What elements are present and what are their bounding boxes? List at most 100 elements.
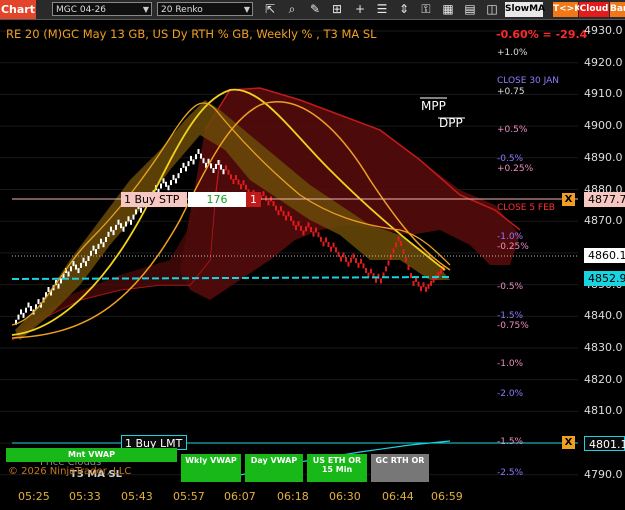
- renko-brick: [195, 154, 197, 160]
- renko-brick: [57, 283, 60, 289]
- buy-stop-price-tag: 4877.7: [584, 192, 625, 207]
- renko-brick: [245, 184, 247, 190]
- renko-brick: [240, 184, 242, 190]
- zoom-icon[interactable]: ⌕: [284, 2, 300, 17]
- instrument-value: MGC 04-26: [56, 5, 107, 15]
- mpp-label: MPP: [421, 99, 446, 113]
- lock-icon[interactable]: ⚿: [418, 2, 434, 17]
- chart-toolbar: Chart MGC 04-26 ▼ 20 Renko ▼ ⇱ ⌕ ✎ ⊞ + ☰…: [0, 0, 625, 20]
- renko-brick: [87, 256, 90, 261]
- renko-brick: [222, 169, 225, 175]
- renko-brick: [110, 226, 112, 232]
- bar-type-value: 20 Renko: [161, 5, 203, 15]
- price-tick-label: 4890.0: [584, 150, 623, 164]
- renko-brick: [360, 258, 362, 264]
- renko-brick: [115, 224, 117, 230]
- price-tick-label: 4830.0: [584, 341, 623, 354]
- renko-brick: [182, 162, 185, 168]
- renko-brick: [262, 191, 265, 197]
- calendar-icon[interactable]: ▦: [440, 2, 456, 17]
- renko-brick: [267, 200, 270, 206]
- level-close30: CLOSE 30 JAN: [497, 76, 560, 86]
- us-eth-or-button[interactable]: US ETH OR 15 Min: [307, 454, 367, 482]
- chart-icon[interactable]: ▤: [462, 2, 478, 17]
- renko-brick: [295, 225, 297, 231]
- day-vwap-button[interactable]: Day VWAP: [245, 454, 303, 482]
- renko-brick: [440, 268, 442, 274]
- renko-brick: [437, 271, 440, 277]
- copyright-label: © 2026 NinjaTrader, LLC: [8, 466, 132, 477]
- renko-brick: [197, 149, 200, 154]
- renko-brick: [202, 158, 205, 164]
- cloud-button[interactable]: Cloud: [579, 2, 609, 17]
- level-m10a: -1.0%: [497, 232, 524, 242]
- renko-brick: [390, 254, 392, 260]
- renko-brick: [332, 242, 335, 248]
- cursor-icon[interactable]: ⇱: [262, 2, 278, 17]
- renko-brick: [422, 282, 425, 288]
- level-m20: -2.0%: [497, 389, 524, 399]
- renko-brick: [230, 174, 232, 180]
- bars-icon[interactable]: ⊞: [329, 2, 345, 17]
- bar-type-selector[interactable]: 20 Renko ▼: [157, 2, 253, 16]
- renko-brick: [167, 185, 170, 191]
- renko-brick: [300, 225, 302, 231]
- renko-brick: [82, 257, 85, 263]
- cancel-buy-stop-icon[interactable]: X: [562, 193, 575, 206]
- level-m05b: -0.5%: [497, 282, 524, 292]
- price-tick-label: 4920.0: [584, 55, 623, 69]
- renko-brick: [27, 302, 30, 308]
- price-tick-label: 4840.0: [584, 309, 623, 323]
- chevron-down-icon: ▼: [243, 5, 250, 14]
- gc-rth-or-button[interactable]: GC RTH OR: [371, 454, 429, 482]
- tk-button[interactable]: T<>K: [553, 2, 581, 17]
- buy-stop-order-label[interactable]: 1 Buy STP: [121, 192, 187, 207]
- renko-brick: [85, 261, 87, 267]
- draw-icon[interactable]: ✎: [307, 2, 323, 17]
- wkly-vwap-button[interactable]: Wkly VWAP: [181, 454, 241, 482]
- add-icon[interactable]: +: [352, 2, 368, 17]
- level-m025: -0.25%: [497, 242, 529, 252]
- slowma-button[interactable]: SlowMA: [505, 2, 545, 17]
- renko-brick: [365, 268, 367, 273]
- renko-brick: [432, 277, 435, 283]
- renko-brick: [292, 220, 295, 226]
- buy-stop-quantity[interactable]: 176: [188, 192, 246, 207]
- renko-brick: [385, 266, 387, 272]
- time-tick-label: 06:44: [382, 490, 414, 503]
- properties-icon[interactable]: ☰: [374, 2, 390, 17]
- renko-brick: [170, 180, 172, 186]
- price-axis[interactable]: 4930.0 4920.0 4910.0 4900.0 4890.0 4880.0 4870…: [578, 20, 625, 482]
- renko-brick: [92, 245, 95, 251]
- renko-brick: [330, 246, 332, 252]
- renko-brick: [335, 247, 337, 253]
- renko-brick: [225, 165, 227, 171]
- buy-stop-count[interactable]: 1: [246, 192, 261, 207]
- renko-brick: [172, 174, 175, 180]
- chart-plot-area[interactable]: RE 20 (M)GC May 13 GB, US Dy RTH % GB, W…: [0, 20, 587, 489]
- time-axis[interactable]: 05:25 05:33 05:43 05:57 06:07 06:18 06:30 06:44…: [0, 482, 578, 510]
- mnt-vwap-button[interactable]: Mnt VWAP: [6, 448, 177, 462]
- data-icon[interactable]: ◫: [484, 2, 500, 17]
- renko-brick: [285, 215, 287, 221]
- renko-brick: [130, 219, 132, 225]
- bar-button[interactable]: Bar: [610, 2, 625, 17]
- price-chart-canvas: [0, 30, 578, 489]
- instrument-selector[interactable]: MGC 04-26 ▼: [52, 2, 152, 16]
- time-tick-label: 06:18: [277, 490, 309, 503]
- renko-brick: [417, 281, 420, 287]
- renko-brick: [412, 281, 415, 286]
- renko-brick: [160, 183, 162, 189]
- cancel-buy-limit-icon[interactable]: X: [562, 436, 575, 449]
- renko-brick: [90, 250, 92, 256]
- renko-brick: [305, 226, 307, 232]
- renko-brick: [95, 249, 97, 255]
- renko-brick: [380, 278, 382, 284]
- renko-brick: [100, 238, 102, 244]
- renko-brick: [395, 242, 397, 248]
- scale-icon[interactable]: ⇕: [396, 2, 412, 17]
- renko-brick: [192, 159, 195, 165]
- chart-tab[interactable]: Chart: [0, 0, 36, 19]
- price-tick-label: 4900.0: [584, 119, 623, 133]
- renko-brick: [30, 306, 32, 311]
